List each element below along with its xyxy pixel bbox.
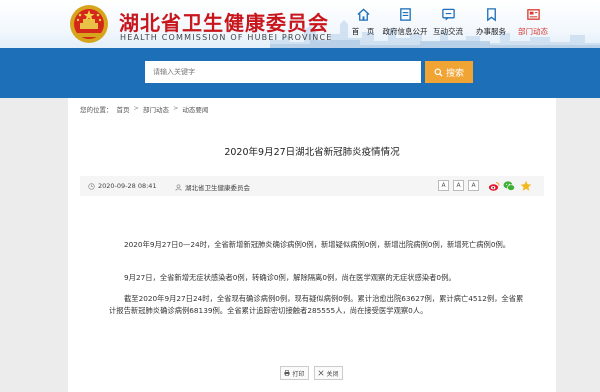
breadcrumb-news-highlights[interactable]: 动态要闻 [182, 104, 208, 114]
breadcrumb: 您的位置： 首页 > 部门动态 > 动态要闻 [80, 104, 208, 114]
user-icon [175, 183, 182, 191]
close-button[interactable]: 关闭 [314, 366, 343, 380]
print-button[interactable]: 打印 [280, 366, 309, 380]
weibo-share-icon[interactable] [488, 180, 500, 192]
site-header: 湖北省卫生健康委员会 HEALTH COMMISSION OF HUBEI PR… [0, 0, 600, 48]
article-meta-bar: 2020-09-28 08:41 湖北省卫生健康委员会 A A A [80, 176, 544, 196]
search-button[interactable]: 搜索 [425, 61, 473, 83]
site-subtitle: HEALTH COMMISSION OF HUBEI PROVINCE [120, 33, 333, 42]
document-icon [399, 8, 411, 21]
font-size-medium-button[interactable]: A [453, 180, 464, 191]
article-source: 湖北省卫生健康委员会 [175, 182, 250, 192]
nav-item-interaction[interactable]: 互动交流 [424, 7, 472, 37]
nav-item-services[interactable]: 办事服务 [467, 7, 515, 37]
bookmark-icon [486, 8, 496, 22]
nav-label: 办事服务 [476, 27, 506, 36]
close-button-label: 关闭 [326, 370, 339, 378]
search-input[interactable] [145, 61, 421, 83]
breadcrumb-prefix: 您的位置： [80, 106, 113, 114]
nav-label: 互动交流 [433, 27, 463, 36]
national-emblem-logo [70, 5, 108, 43]
chat-icon [441, 8, 455, 21]
printer-icon [284, 370, 291, 376]
article-card: 您的位置： 首页 > 部门动态 > 动态要闻 2020年9月27日湖北省新冠肺炎… [68, 98, 556, 392]
nav-item-government-info[interactable]: 政府信息公开 [381, 7, 429, 37]
wechat-share-icon[interactable] [503, 180, 515, 192]
news-icon [526, 9, 540, 20]
nav-item-department-news[interactable]: 部门动态 [509, 7, 557, 37]
nav-label: 首 页 [351, 27, 375, 36]
article-title: 2020年9月27日湖北省新冠肺炎疫情情况 [224, 147, 400, 158]
nav-label: 政府信息公开 [382, 27, 428, 36]
article-source-text: 湖北省卫生健康委员会 [185, 184, 250, 192]
article-paragraph: 2020年9月27日0—24时，全省新增新冠肺炎确诊病例0例，新增疑似病例0例，… [124, 240, 511, 249]
search-banner: 搜索 [0, 48, 600, 98]
clock-icon [88, 182, 95, 190]
search-icon [434, 67, 443, 77]
print-button-label: 打印 [292, 370, 305, 378]
font-size-large-button[interactable]: A [438, 180, 449, 191]
article-paragraph: 9月27日，全省新增无症状感染者0例，转确诊0例，解除隔离0例，尚在医学观察的无… [124, 273, 456, 282]
search-button-label: 搜索 [445, 68, 464, 79]
breadcrumb-department-news[interactable]: 部门动态 [143, 104, 169, 114]
breadcrumb-separator: > [133, 104, 139, 112]
close-icon [318, 370, 325, 376]
nav-item-home[interactable]: 首 页 [339, 7, 387, 37]
publish-date-text: 2020-09-28 08:41 [98, 182, 157, 190]
font-size-small-button[interactable]: A [468, 180, 479, 191]
publish-date: 2020-09-28 08:41 [88, 182, 157, 190]
site-title[interactable]: 湖北省卫生健康委员会 [119, 7, 329, 36]
breadcrumb-separator: > [172, 104, 179, 112]
nav-label: 部门动态 [518, 27, 548, 36]
article-paragraph: 截至2020年9月27日24时，全省现有确诊病例0例，现有疑似病例0例。累计治愈… [109, 294, 524, 315]
favorite-star-icon[interactable] [520, 180, 532, 192]
breadcrumb-home[interactable]: 首页 [117, 104, 130, 114]
home-icon [356, 8, 370, 21]
